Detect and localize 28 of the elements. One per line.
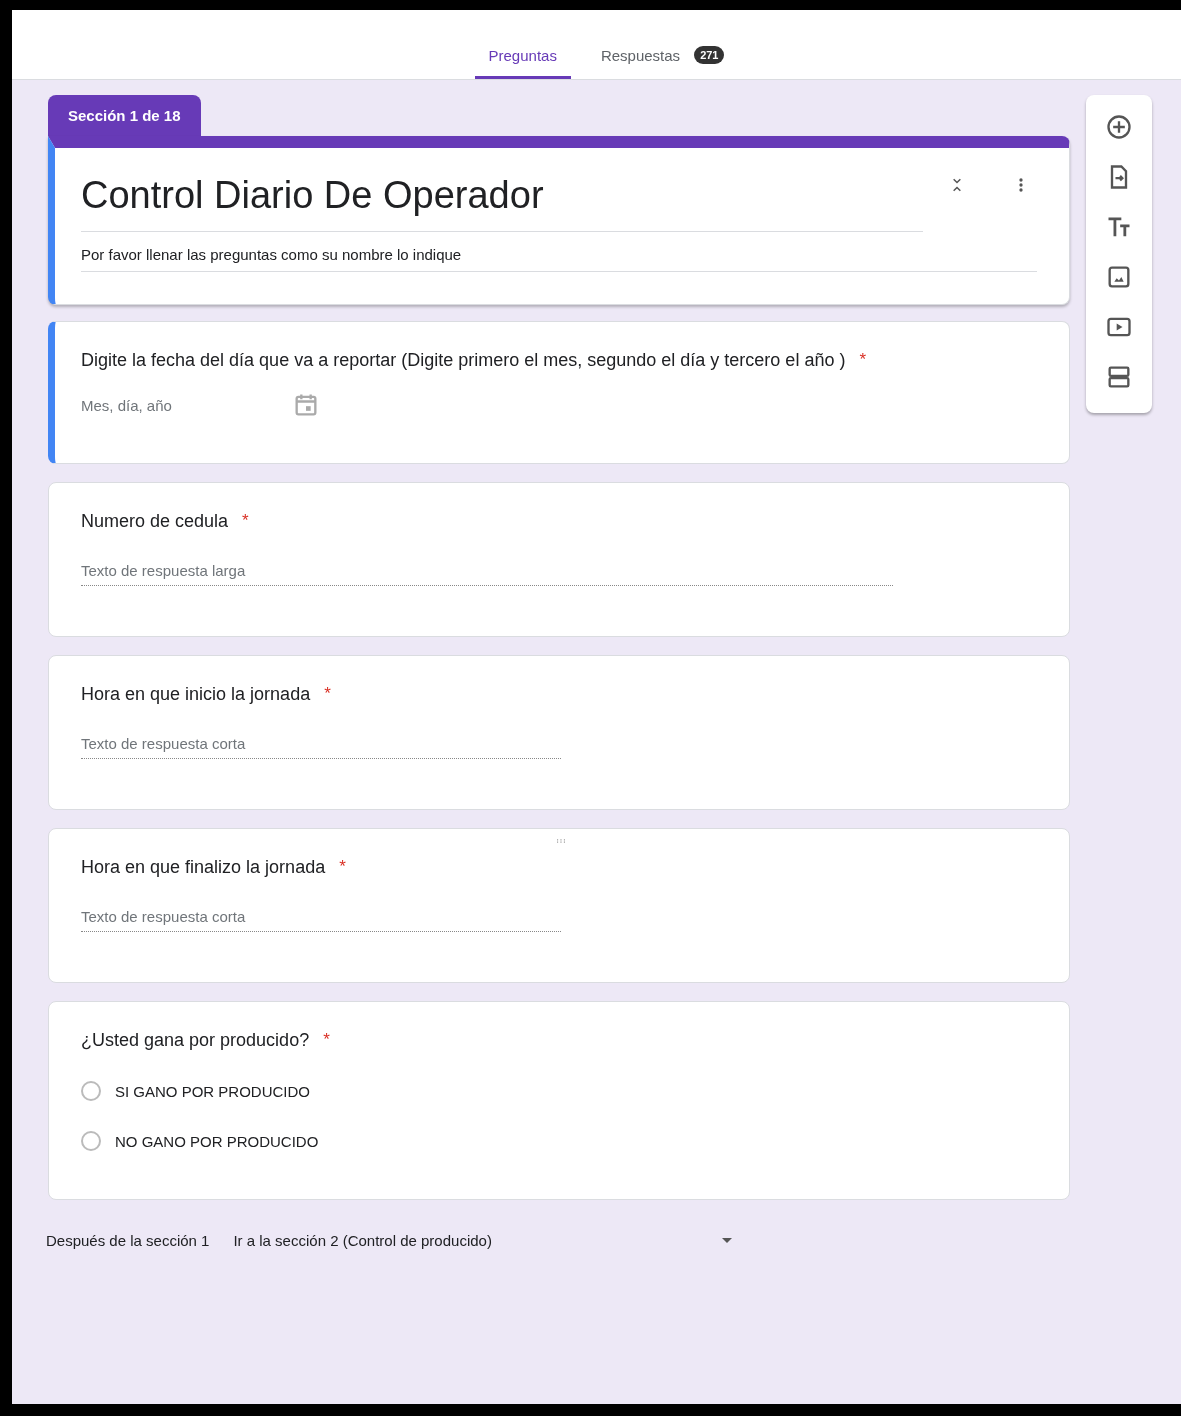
required-mark: * bbox=[339, 857, 346, 877]
required-mark: * bbox=[323, 1030, 330, 1050]
question-text: Hora en que inicio la jornada bbox=[81, 684, 311, 705]
dropdown-arrow-icon bbox=[721, 1238, 732, 1243]
radio-button[interactable] bbox=[81, 1081, 101, 1101]
form-title[interactable]: Control Diario De Operador bbox=[81, 168, 923, 232]
count-badge: 271 bbox=[694, 46, 725, 64]
answer-field: Texto de respuesta corta bbox=[81, 908, 561, 932]
question-text: Hora en que finalizo la jornada bbox=[81, 857, 326, 878]
answer-field: Texto de respuesta corta bbox=[81, 735, 561, 759]
add-icon[interactable] bbox=[1105, 113, 1133, 141]
section-label: Sección 1 de 18 bbox=[48, 95, 201, 136]
required-mark: * bbox=[324, 684, 331, 704]
option-label: SI GANO POR PRODUCIDO bbox=[115, 1082, 311, 1100]
after-section-label: Después de la sección 1 bbox=[46, 1232, 210, 1249]
tab[interactable]: Respuestas 271 bbox=[586, 46, 739, 79]
answer-field: Texto de respuesta larga bbox=[81, 562, 893, 586]
question-text: Digite la fecha del día que va a reportar (Digite primero el mes, segundo el día y tercero el año ) bbox=[81, 350, 846, 371]
required-mark: * bbox=[859, 350, 867, 370]
option-label: NO GANO POR PRODUCIDO bbox=[115, 1132, 319, 1150]
radio-button[interactable] bbox=[81, 1131, 101, 1151]
question-text: Numero de cedula bbox=[81, 511, 229, 532]
date-field: Mes, día, año bbox=[81, 396, 172, 414]
section-dropdown[interactable]: Ir a la sección 2 (Control de producido) bbox=[233, 1232, 732, 1249]
tab[interactable]: Preguntas bbox=[474, 47, 571, 79]
form-description[interactable]: Por favor llenar las preguntas como su nombre lo indique bbox=[81, 232, 1037, 272]
question-text: ¿Usted gana por producido? bbox=[81, 1030, 310, 1051]
required-mark: * bbox=[242, 511, 249, 531]
